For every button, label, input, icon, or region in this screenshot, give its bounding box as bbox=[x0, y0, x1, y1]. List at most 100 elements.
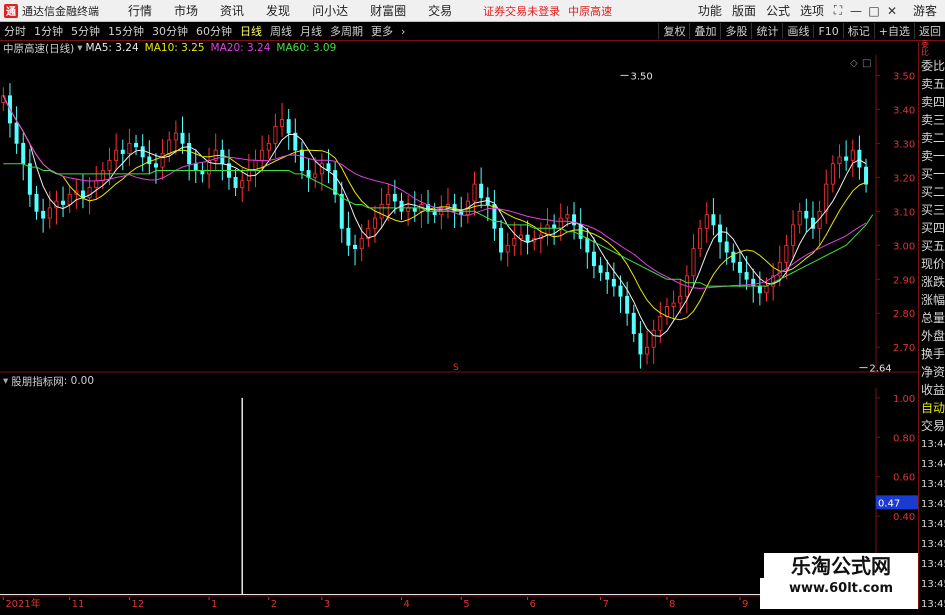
candle-body bbox=[499, 227, 504, 253]
trade-login-notice[interactable]: 证券交易未登录 bbox=[483, 3, 560, 19]
date-axis: 2021年 11 12 1 2 3 4 5 6 7 8 9 bbox=[2, 597, 748, 609]
trade-time: 13:45 bbox=[921, 479, 945, 490]
quote-side-panel: 委比 委比 卖五 卖四 卖三 卖二 卖一 买一 买二 买三 买四 买五 现价 涨… bbox=[918, 40, 945, 610]
close-icon[interactable]: ✕ bbox=[883, 4, 901, 18]
candle-body bbox=[406, 207, 411, 212]
tab-weekly[interactable]: 周线 bbox=[266, 23, 296, 39]
candle-body bbox=[645, 346, 650, 355]
candle-body bbox=[134, 142, 139, 148]
annotation-label: 3.50 bbox=[631, 71, 653, 82]
candle-body bbox=[578, 224, 583, 239]
tab-60min[interactable]: 60分钟 bbox=[192, 23, 236, 39]
candle-body bbox=[565, 214, 570, 219]
tab-daily[interactable]: 日线 bbox=[236, 23, 266, 39]
price-tick-label: 3.40 bbox=[893, 105, 915, 116]
candle-body bbox=[651, 329, 656, 348]
menu-xuanxiang[interactable]: 选项 bbox=[795, 2, 829, 19]
tool-f10[interactable]: F10 bbox=[813, 24, 842, 38]
side-item: 总量 bbox=[921, 311, 945, 325]
side-item: 买四 bbox=[921, 221, 945, 235]
tab-more[interactable]: 更多 bbox=[367, 23, 397, 39]
candle-body bbox=[21, 142, 26, 165]
trade-time: 13:45 bbox=[921, 579, 945, 590]
candle-body bbox=[671, 302, 676, 307]
date-label: 4 bbox=[404, 599, 410, 609]
date-label: 6 bbox=[530, 599, 536, 609]
tab-monthly[interactable]: 月线 bbox=[296, 23, 326, 39]
date-label: 1 bbox=[211, 599, 217, 609]
fullscreen-icon[interactable]: ⛶ bbox=[829, 3, 847, 18]
price-tick-label: 3.10 bbox=[893, 207, 915, 218]
chevron-right-icon[interactable]: › bbox=[397, 25, 409, 38]
menu-caifuquan[interactable]: 财富圈 bbox=[359, 2, 417, 19]
candle-body bbox=[34, 193, 39, 212]
candle-body bbox=[764, 285, 769, 294]
candle-body bbox=[724, 241, 729, 253]
indicator-tick-label: 0.40 bbox=[893, 512, 915, 523]
tab-5min[interactable]: 5分钟 bbox=[67, 23, 104, 39]
candle-body bbox=[379, 204, 384, 219]
date-label: 5 bbox=[463, 599, 469, 609]
candle-body bbox=[372, 217, 377, 229]
tab-fenshi[interactable]: 分时 bbox=[0, 23, 30, 39]
indicator-tick-label: 0.60 bbox=[893, 473, 915, 484]
side-flag: 委比 bbox=[921, 40, 929, 57]
candle-body bbox=[353, 244, 358, 250]
side-auto-trade[interactable]: 自动 bbox=[919, 399, 945, 417]
indicator-info-bar: ▾ 股朋指标网 : 0.00 bbox=[0, 374, 94, 388]
candle-body bbox=[830, 163, 835, 185]
menu-zixun[interactable]: 资讯 bbox=[209, 2, 255, 19]
menu-gongshi[interactable]: 公式 bbox=[761, 2, 795, 19]
tool-biaoji[interactable]: 标记 bbox=[842, 23, 874, 39]
menu-hangqing[interactable]: 行情 bbox=[117, 2, 163, 19]
indicator-toggle-icon[interactable]: ▾ bbox=[0, 375, 11, 387]
candle-body bbox=[631, 312, 636, 335]
diamond-icon[interactable]: ◇ bbox=[850, 58, 858, 69]
tool-add-watchlist[interactable]: +自选 bbox=[873, 23, 914, 39]
minimize-icon[interactable]: — bbox=[847, 4, 865, 18]
menu-gongneng[interactable]: 功能 bbox=[693, 2, 727, 19]
candle-body bbox=[140, 146, 145, 158]
tool-diejia[interactable]: 叠加 bbox=[689, 23, 720, 39]
candle-body bbox=[240, 180, 245, 188]
tool-fuquan[interactable]: 复权 bbox=[658, 23, 689, 39]
guest-user[interactable]: 游客 bbox=[901, 2, 945, 19]
trade-time: 13:44 bbox=[921, 439, 945, 450]
candle-body bbox=[844, 156, 849, 161]
date-label: 2021年 bbox=[5, 597, 40, 609]
side-item: 买五 bbox=[921, 239, 945, 253]
menu-faxian[interactable]: 发现 bbox=[255, 2, 301, 19]
tool-duogu[interactable]: 多股 bbox=[720, 23, 751, 39]
candle-body bbox=[260, 149, 265, 161]
tab-15min[interactable]: 15分钟 bbox=[104, 23, 148, 39]
ma60-value: MA60: 3.09 bbox=[276, 42, 337, 54]
candle-body bbox=[286, 119, 291, 134]
kline-chart[interactable]: ◇ □ S 3.50 3.40 3.30 3.20 3.10 3.00 2.90 2.80 2.… bbox=[0, 55, 918, 373]
candle-body bbox=[107, 159, 112, 171]
tab-30min[interactable]: 30分钟 bbox=[148, 23, 192, 39]
side-item: 卖一 bbox=[921, 149, 945, 163]
tool-tongji[interactable]: 统计 bbox=[751, 23, 782, 39]
menu-shichang[interactable]: 市场 bbox=[163, 2, 209, 19]
candle-body bbox=[386, 193, 391, 205]
square-icon[interactable]: □ bbox=[862, 58, 871, 69]
candle-body bbox=[299, 149, 304, 171]
tool-back[interactable]: 返回 bbox=[914, 23, 945, 39]
candle-body bbox=[850, 149, 855, 161]
maximize-icon[interactable]: □ bbox=[865, 4, 883, 18]
candle-body bbox=[704, 214, 709, 229]
app-logo-icon: 通 bbox=[4, 3, 18, 18]
chevron-down-icon[interactable]: ▾ bbox=[74, 42, 85, 54]
menu-banmian[interactable]: 版面 bbox=[727, 2, 761, 19]
tab-1min[interactable]: 1分钟 bbox=[30, 23, 67, 39]
candle-body bbox=[313, 173, 318, 178]
candle-body bbox=[625, 295, 630, 314]
menu-jiaoyi[interactable]: 交易 bbox=[417, 2, 463, 19]
trade-time: 13:45 bbox=[921, 539, 945, 550]
side-item: 收益 bbox=[921, 383, 945, 397]
candle-body bbox=[658, 316, 663, 331]
tab-multi-period[interactable]: 多周期 bbox=[326, 23, 367, 39]
trade-time: 13:45 bbox=[921, 559, 945, 570]
menu-wenxiaoda[interactable]: 问小达 bbox=[301, 2, 359, 19]
tool-huaxian[interactable]: 画线 bbox=[782, 23, 813, 39]
